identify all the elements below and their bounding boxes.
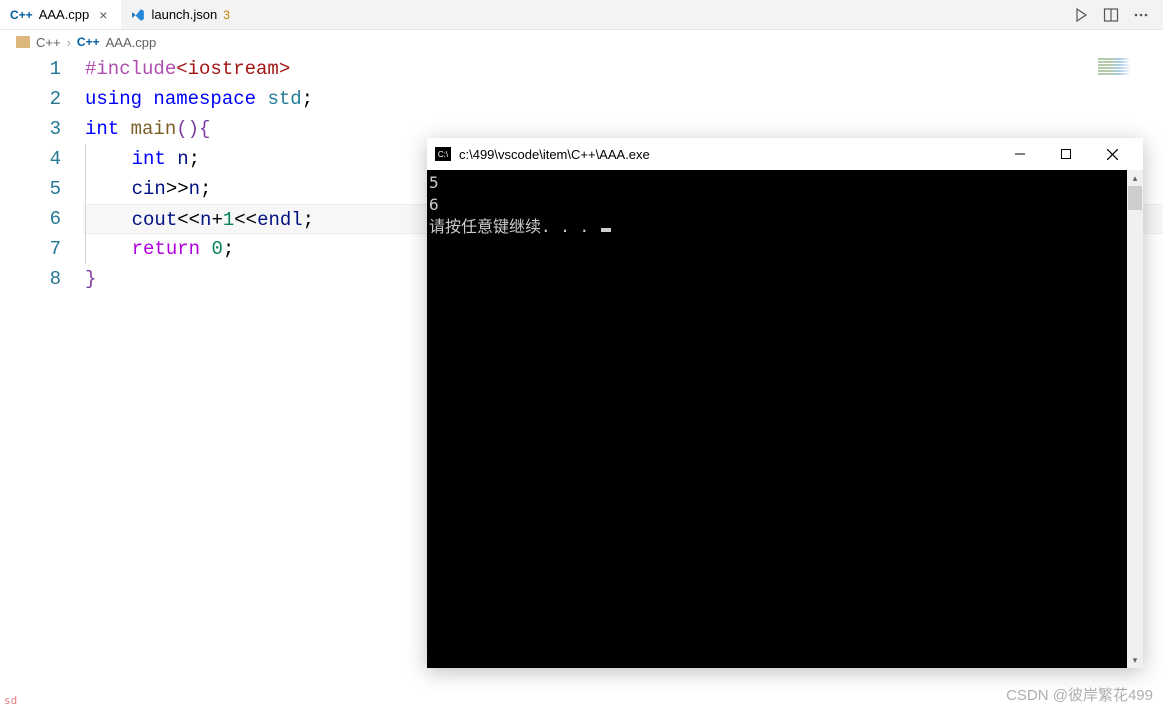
console-window: C:\ c:\499\vscode\item\C++\AAA.exe 56请按任… <box>427 138 1143 668</box>
breadcrumb[interactable]: C++ › C++ AAA.cpp <box>0 30 1163 54</box>
chevron-right-icon: › <box>67 35 71 50</box>
tab-label: AAA.cpp <box>39 7 90 22</box>
maximize-button[interactable] <box>1043 138 1089 170</box>
line-number-gutter: 12345678 <box>0 54 85 294</box>
console-output[interactable]: 56请按任意键继续. . . <box>427 170 1127 668</box>
more-icon[interactable] <box>1133 7 1149 23</box>
minimap[interactable] <box>1098 58 1153 78</box>
vscode-icon <box>131 8 145 22</box>
scroll-up-icon[interactable]: ▴ <box>1127 170 1143 186</box>
split-editor-icon[interactable] <box>1103 7 1119 23</box>
editor-actions <box>1073 7 1163 23</box>
console-title: c:\499\vscode\item\C++\AAA.exe <box>459 147 650 162</box>
scrollbar[interactable]: ▴ ▾ <box>1127 170 1143 668</box>
close-icon[interactable]: × <box>95 7 111 23</box>
scroll-down-icon[interactable]: ▾ <box>1127 652 1143 668</box>
folder-icon <box>16 36 30 48</box>
status-text: sd <box>4 694 17 707</box>
cpp-icon: C++ <box>77 35 100 49</box>
minimize-button[interactable] <box>997 138 1043 170</box>
watermark: CSDN @彼岸繁花499 <box>1006 684 1153 705</box>
window-controls <box>997 138 1135 170</box>
tab-label: launch.json <box>151 7 217 22</box>
tab-launch-json[interactable]: launch.json 3 <box>121 0 239 29</box>
cmd-icon: C:\ <box>435 147 451 161</box>
close-button[interactable] <box>1089 138 1135 170</box>
breadcrumb-folder: C++ <box>36 35 61 50</box>
tab-bar: C++ AAA.cpp × launch.json 3 <box>0 0 1163 30</box>
scroll-thumb[interactable] <box>1128 186 1142 210</box>
cpp-icon: C++ <box>10 8 33 22</box>
tab-modified-badge: 3 <box>223 8 230 22</box>
run-icon[interactable] <box>1073 7 1089 23</box>
tab-aaa-cpp[interactable]: C++ AAA.cpp × <box>0 0 121 29</box>
breadcrumb-file: AAA.cpp <box>106 35 157 50</box>
console-titlebar[interactable]: C:\ c:\499\vscode\item\C++\AAA.exe <box>427 138 1143 170</box>
